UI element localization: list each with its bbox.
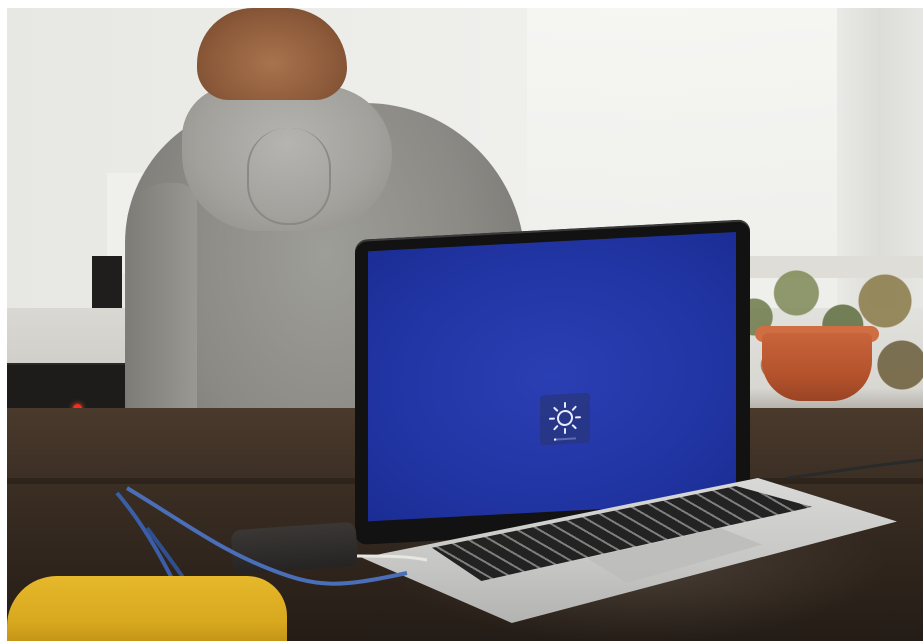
photo: [7, 8, 923, 641]
usb-cable: [356, 554, 428, 562]
cables: [115, 458, 923, 641]
yellow-cloth: [7, 576, 287, 641]
photo-frame: [0, 0, 923, 641]
power-cable: [786, 458, 923, 480]
